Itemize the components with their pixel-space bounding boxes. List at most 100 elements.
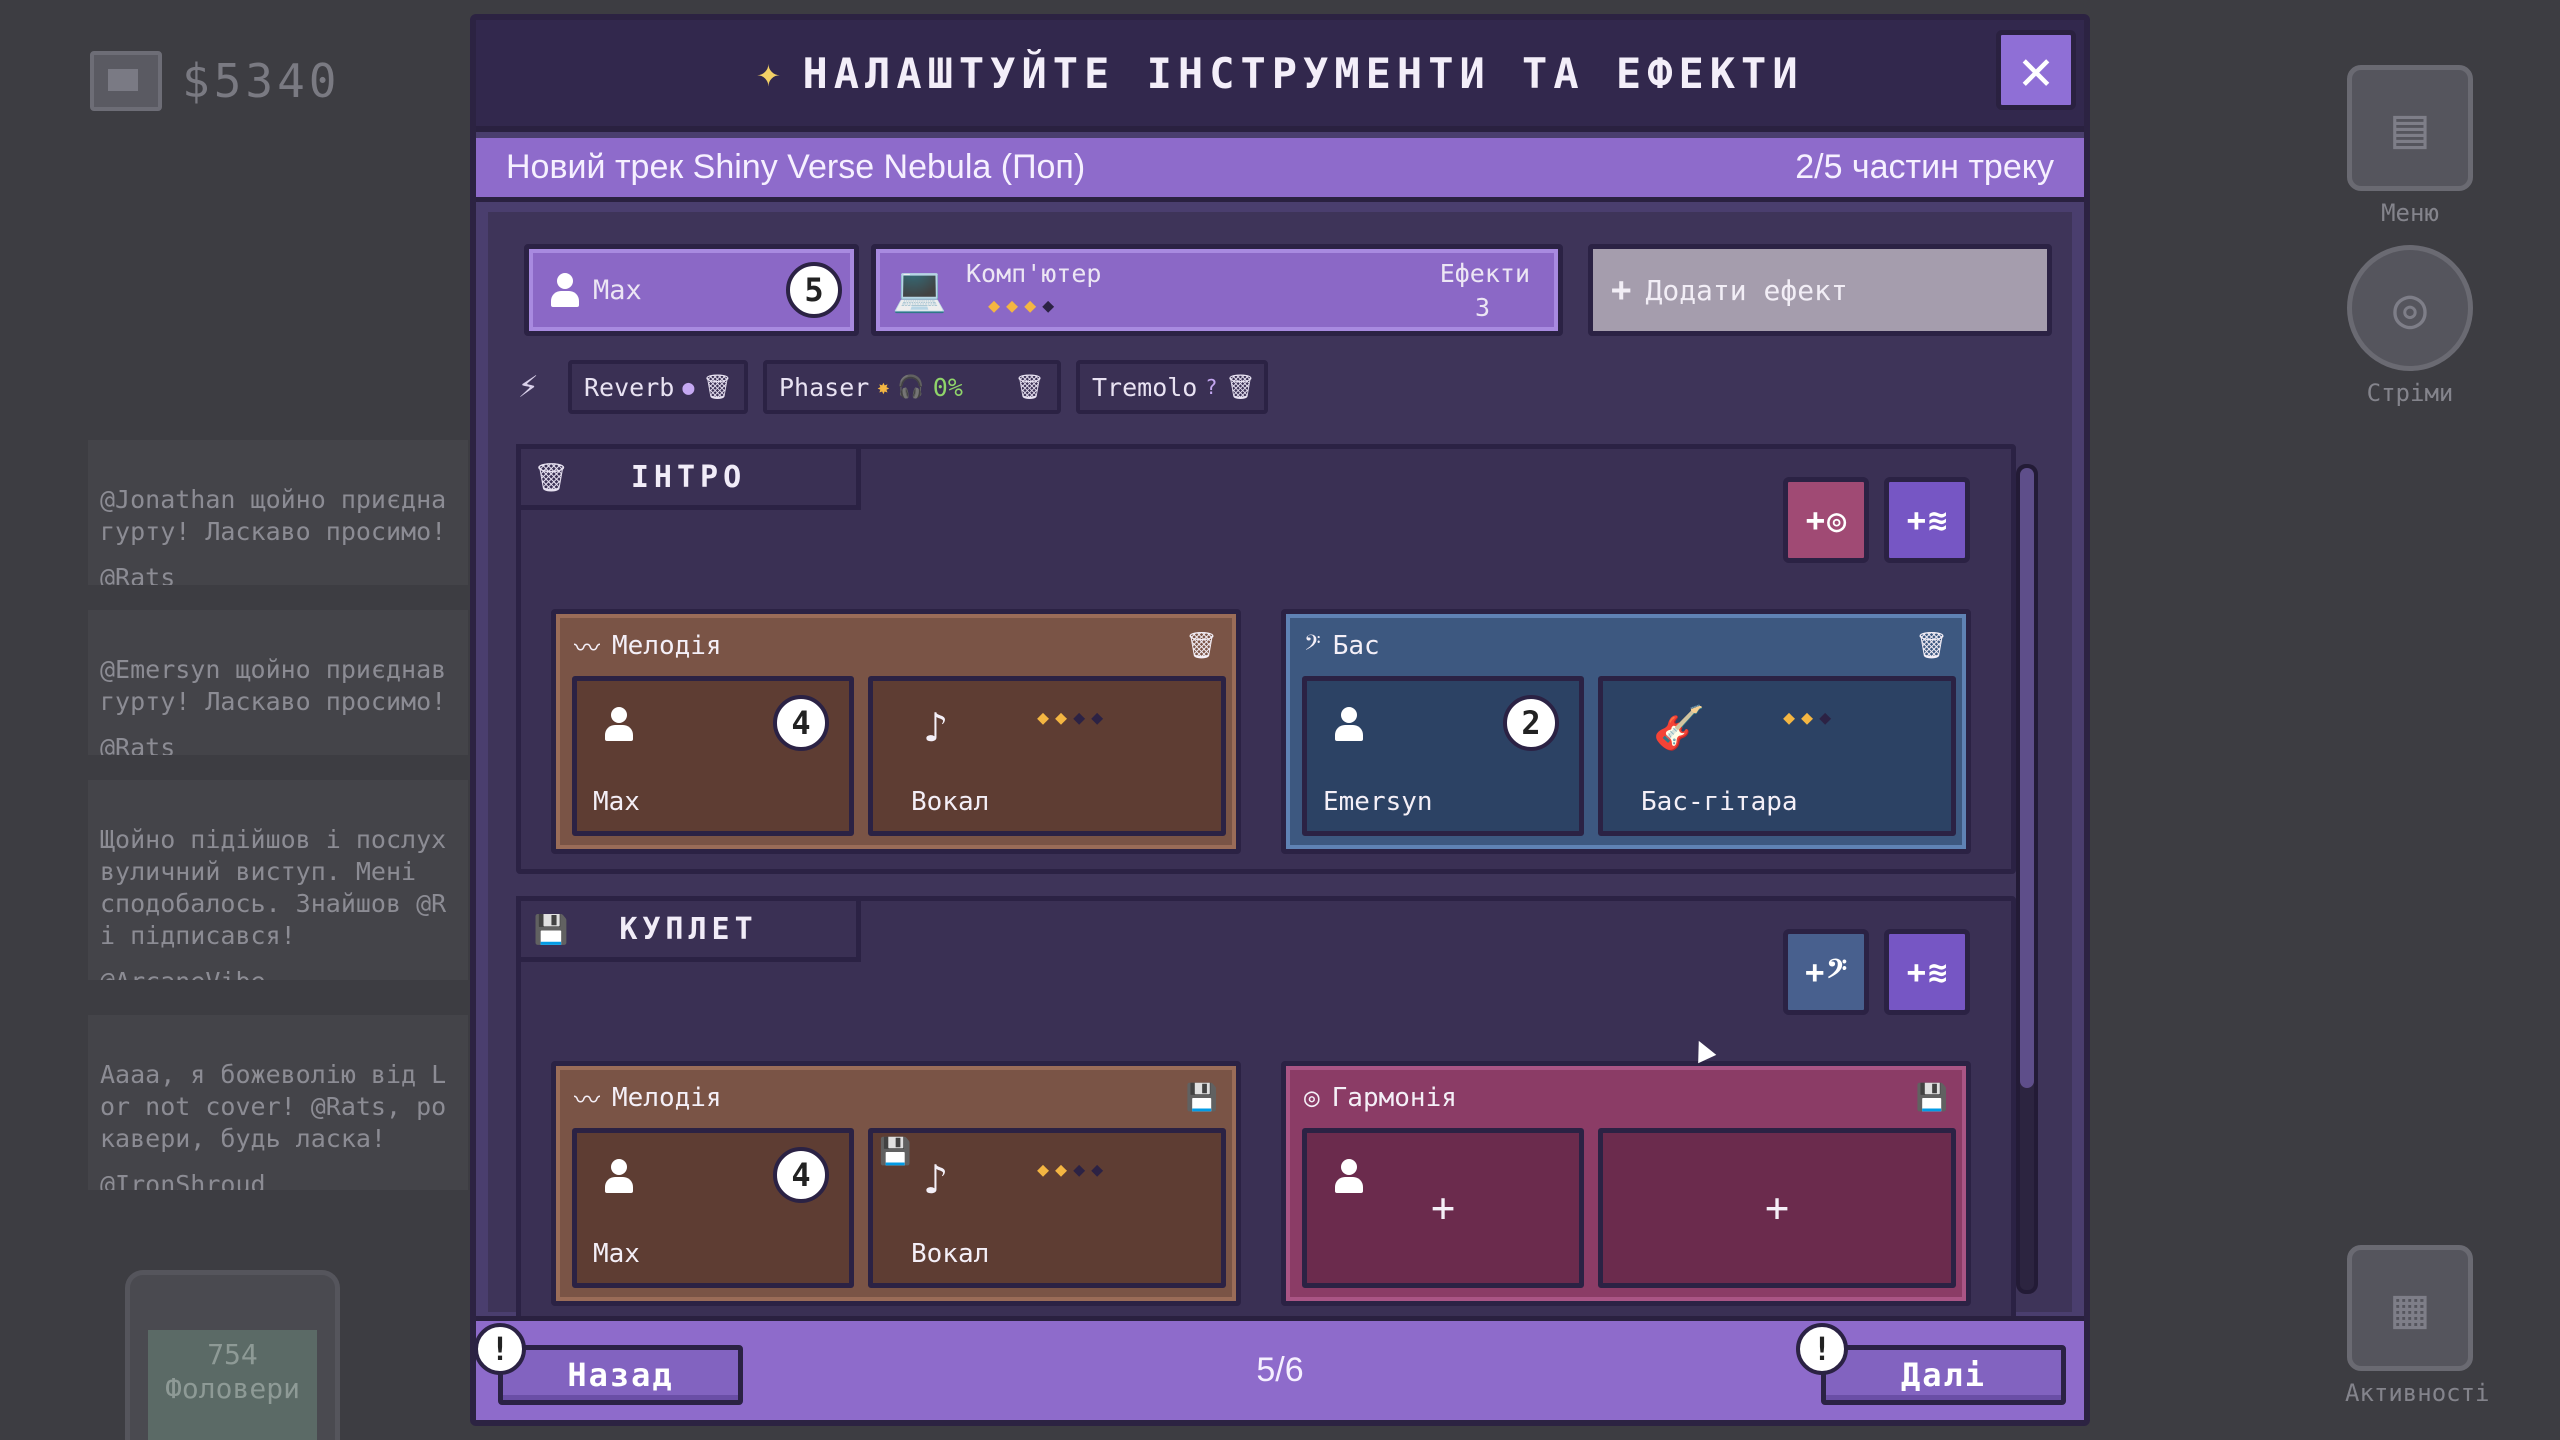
wave-icon: ≋: [1928, 953, 1948, 991]
instrument-name: Вокал: [911, 1239, 990, 1269]
money-value: $5340: [182, 54, 341, 108]
close-icon: ✕: [2019, 37, 2053, 103]
feed-text: Щойно підійшов і послух вуличний виступ.…: [100, 825, 447, 950]
section-tab: 💾 КУПЛЕТ: [516, 896, 861, 962]
trash-icon[interactable]: 🗑: [1225, 373, 1255, 401]
wand-effects-icon: ⚡: [518, 366, 539, 406]
menu-icon: ▤: [2347, 65, 2473, 191]
save-icon: 💾: [879, 1137, 912, 1167]
part-title: Мелодія: [612, 631, 722, 661]
instrument-slot[interactable]: ♪ ◆◆◆◆ Вокал: [868, 676, 1226, 836]
musician-slot[interactable]: 4 Max: [572, 676, 854, 836]
musician-level-badge: 4: [773, 695, 829, 751]
modal-header: ✦ НАЛАШТУЙТЕ ІНСТРУМЕНТИ ТА ЕФЕКТИ ✕: [476, 20, 2084, 132]
followers-count: 754: [207, 1338, 258, 1371]
add-effect-label: Додати ефект: [1645, 273, 1848, 307]
instruments-effects-modal: ✦ НАЛАШТУЙТЕ ІНСТРУМЕНТИ ТА ЕФЕКТИ ✕ Нов…: [470, 14, 2090, 1426]
headphones-icon: 🎧: [897, 374, 925, 400]
plus-icon: +: [1805, 953, 1825, 991]
add-rhythm-button[interactable]: + ≋: [1884, 929, 1970, 1015]
part-title: Мелодія: [612, 1083, 722, 1113]
musician-level-badge: 4: [773, 1147, 829, 1203]
person-icon: [549, 273, 581, 309]
bass-clef-icon: 𝄢: [1826, 952, 1847, 991]
instrument-slot[interactable]: 🎸 ◆◆◆ Бас-гітара: [1598, 676, 1956, 836]
effect-name: Reverb: [584, 372, 675, 402]
part-bass: 𝄢 Бас 🗑 2 Emersyn 🎸 ◆◆◆ Бас-гітара: [1281, 609, 1971, 854]
musician-level-badge: 2: [1503, 695, 1559, 751]
musician-card[interactable]: Max 5: [524, 244, 859, 336]
track-parts-count: 2/5 частин треку: [1795, 148, 2054, 186]
magic-wand-icon: ✦: [756, 50, 781, 96]
section-verse: 💾 КУПЛЕТ + 𝄢 + ≋ 〰 Мелодія 💾 4 Max 💾 ♪ ◆…: [516, 896, 2016, 1322]
part-harmony: ◎ Гармонія 💾 + +: [1281, 1061, 1971, 1306]
trash-icon[interactable]: 🗑: [702, 373, 732, 401]
person-icon: [603, 1159, 635, 1195]
effects-label: Ефекти: [1439, 259, 1530, 288]
bug-icon: ●: [682, 375, 695, 399]
modal-footer: Назад ! 5/6 Далі !: [474, 1316, 2084, 1420]
bass-clef-icon: 𝄢: [1304, 630, 1321, 661]
effect-name: Tremolo: [1092, 372, 1198, 402]
spiral-icon: ◎: [1304, 1083, 1320, 1113]
plus-icon: +: [1906, 501, 1926, 539]
musician-slot[interactable]: 4 Max: [572, 1128, 854, 1288]
add-harmony-button[interactable]: + ◎: [1783, 477, 1869, 563]
star-icon: ✸: [877, 375, 890, 399]
effect-chip-phaser[interactable]: Phaser ✸ 🎧 0% 🗑: [763, 360, 1061, 414]
instrument-quality-stars: ◆◆◆: [1783, 705, 1838, 729]
close-button[interactable]: ✕: [1996, 30, 2076, 110]
feed-author: @IronShroud: [100, 1170, 266, 1190]
effect-name: Phaser: [779, 372, 870, 402]
scrollbar[interactable]: [2016, 464, 2038, 1294]
wave-icon: ≋: [1928, 501, 1948, 539]
save-icon[interactable]: 💾: [1186, 1083, 1218, 1113]
feed-text: Аааа, я божеволію від L or not cover! @R…: [100, 1060, 447, 1153]
save-icon[interactable]: 💾: [521, 913, 581, 946]
section-intro: 🗑 ІНТРО + ◎ + ≋ 〰 Мелодія 🗑 4 Max ♪ ◆◆◆◆…: [516, 444, 2016, 874]
add-rhythm-button[interactable]: + ≋: [1884, 477, 1970, 563]
musician-name: Max: [593, 275, 642, 306]
instrument-card[interactable]: 💻 Комп'ютер ◆◆◆◆ Ефекти 3: [871, 244, 1563, 336]
trash-icon[interactable]: 🗑: [521, 461, 581, 494]
instrument-slot[interactable]: 💾 ♪ ◆◆◆◆ Вокал: [868, 1128, 1226, 1288]
plus-icon: +: [1906, 953, 1926, 991]
add-bass-button[interactable]: + 𝄢: [1783, 929, 1869, 1015]
person-icon: [603, 707, 635, 743]
laptop-icon: 💻: [892, 264, 947, 315]
streams-label: Стріми: [2366, 379, 2454, 407]
trash-icon[interactable]: 🗑: [1185, 631, 1218, 661]
add-effect-button[interactable]: + Додати ефект: [1588, 244, 2052, 336]
spiral-icon: ◎: [1827, 501, 1847, 539]
lifebuoy-icon: ◎: [2347, 245, 2473, 371]
part-title: Гармонія: [1331, 1083, 1457, 1113]
money-display: $5340: [90, 45, 340, 117]
streams-button[interactable]: ◎ Стріми: [2345, 245, 2475, 407]
effect-chip-tremolo[interactable]: Tremolo ? 🗑: [1076, 360, 1268, 414]
melody-wave-icon: 〰: [574, 633, 601, 664]
instrument-slot-empty[interactable]: +: [1598, 1128, 1956, 1288]
config-area: Max 5 💻 Комп'ютер ◆◆◆◆ Ефекти 3 + Додати…: [488, 212, 2072, 1322]
feed-author: @ArcaneVibe: [100, 966, 456, 980]
effect-chip-reverb[interactable]: Reverb ● 🗑: [568, 360, 748, 414]
musician-slot[interactable]: 2 Emersyn: [1302, 676, 1584, 836]
musician-level-badge: 5: [786, 262, 842, 318]
musician-slot-empty[interactable]: +: [1302, 1128, 1584, 1288]
track-name: Новий трек Shiny Verse Nebula (Поп): [506, 148, 1086, 186]
menu-button[interactable]: ▤ Меню: [2345, 65, 2475, 227]
cash-icon: [90, 51, 162, 111]
modal-title: НАЛАШТУЙТЕ ІНСТРУМЕНТИ ТА ЕФЕКТИ: [802, 48, 1804, 98]
activities-button[interactable]: ▦ Активності: [2345, 1245, 2490, 1407]
trash-icon[interactable]: 🗑: [1015, 373, 1045, 401]
section-label: КУПЛЕТ: [619, 911, 758, 947]
vocal-soundwave-icon: ♪: [923, 1155, 949, 1204]
instrument-quality-stars: ◆◆◆◆: [1037, 1157, 1110, 1181]
melody-wave-icon: 〰: [574, 1085, 601, 1116]
save-icon[interactable]: 💾: [1916, 1083, 1948, 1113]
feed-item: Аааа, я божеволію від L or not cover! @R…: [88, 1015, 468, 1190]
section-label: ІНТРО: [630, 459, 747, 495]
trash-icon[interactable]: 🗑: [1915, 631, 1948, 661]
next-button[interactable]: Далі: [1821, 1345, 2066, 1405]
part-melody: 〰 Мелодія 🗑 4 Max ♪ ◆◆◆◆ Вокал: [551, 609, 1241, 854]
scrollbar-thumb[interactable]: [2020, 468, 2034, 1088]
